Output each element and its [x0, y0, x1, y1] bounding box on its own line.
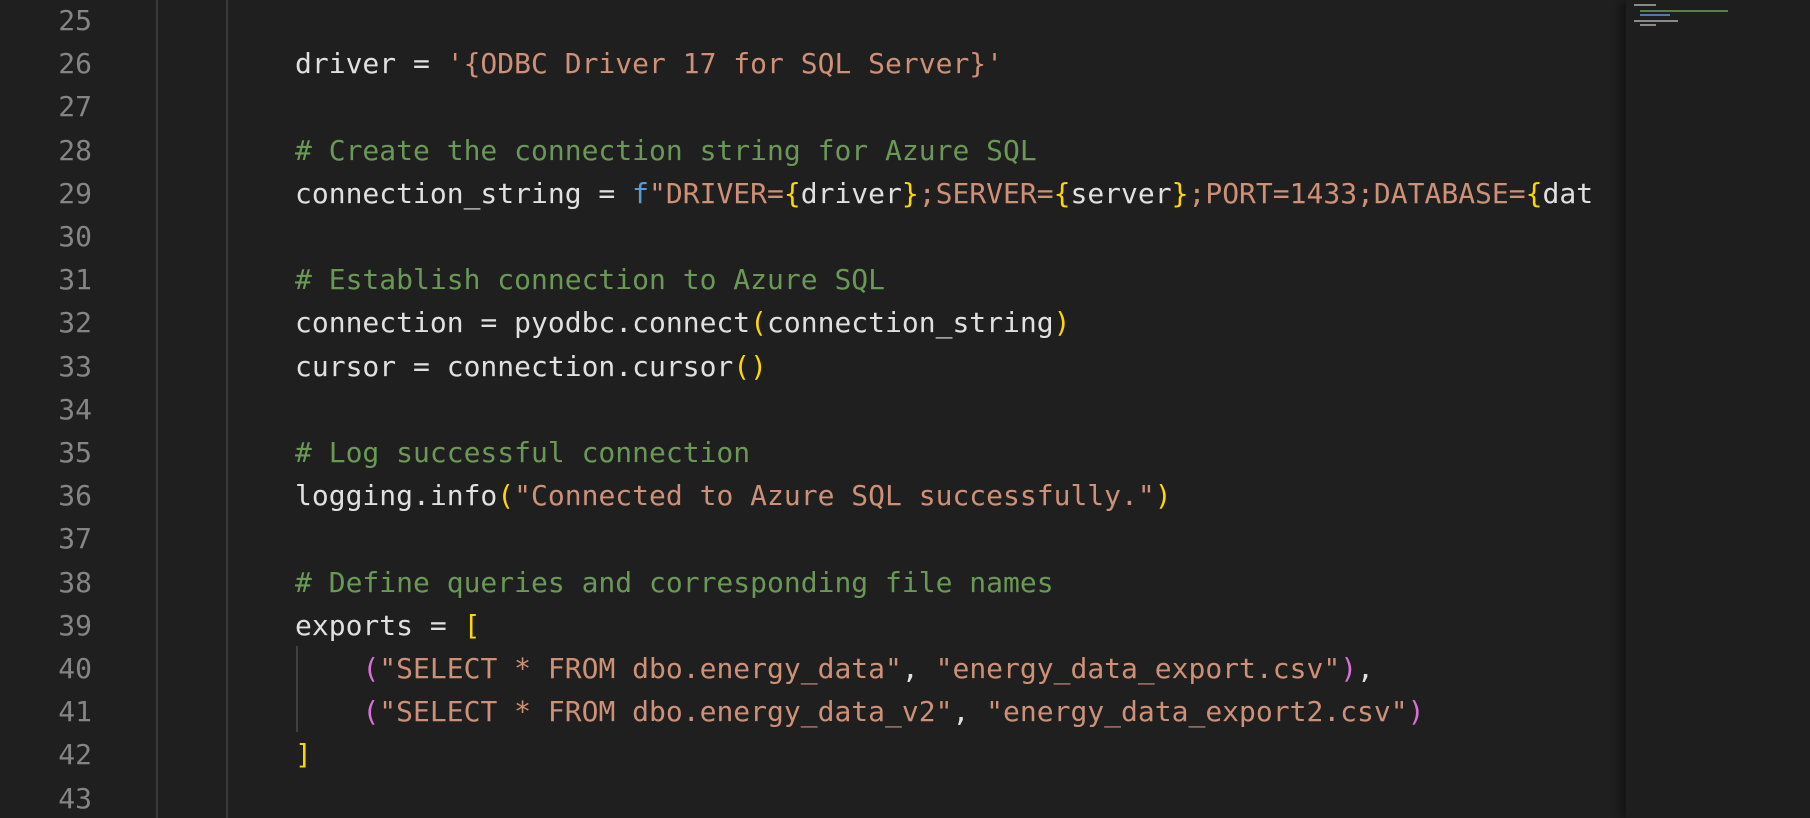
code-line[interactable]: connection_string = f"DRIVER={driver};SE…	[295, 172, 1593, 215]
line-number: 42	[58, 738, 92, 772]
line-number: 28	[58, 133, 92, 167]
line-number-gutter: 25 26 27 28 29 30 31 32 33 34 35 36 37 38 39 40 41 42 43	[0, 0, 120, 818]
code-token: # Define queries and corresponding file …	[295, 565, 1054, 599]
code-token: f	[632, 176, 650, 210]
minimap-line	[1634, 20, 1678, 22]
code-token: {	[1053, 176, 1071, 210]
code-token: exports =	[295, 608, 464, 642]
code-line[interactable]: ("SELECT * FROM dbo.energy_data", "energ…	[295, 647, 1374, 690]
code-token: driver	[800, 176, 902, 210]
code-line[interactable]: exports = [	[295, 604, 480, 647]
code-token: {	[783, 176, 801, 210]
code-token: (	[497, 479, 515, 513]
code-token: # Create the connection string for Azure…	[295, 133, 1037, 167]
code-token: [	[463, 608, 481, 642]
code-line[interactable]: ("SELECT * FROM dbo.energy_data_v2", "en…	[295, 690, 1424, 733]
line-number: 39	[58, 608, 92, 642]
minimap-line	[1640, 14, 1670, 16]
code-line[interactable]: # Create the connection string for Azure…	[295, 129, 1037, 172]
code-line[interactable]: logging.info("Connected to Azure SQL suc…	[295, 474, 1172, 517]
code-token: )	[1340, 652, 1358, 685]
line-number: 35	[58, 436, 92, 469]
code-token: }	[901, 176, 919, 210]
line-number: 32	[58, 306, 92, 340]
code-token: ;SERVER=	[918, 176, 1054, 210]
code-token: dat	[1542, 176, 1594, 210]
line-number: 25	[58, 4, 92, 37]
line-number: 26	[58, 47, 92, 81]
code-token: )	[1407, 695, 1425, 729]
code-token: # Log successful connection	[295, 436, 751, 469]
code-token: ()	[733, 349, 768, 383]
code-token: # Establish connection to Azure SQL	[295, 263, 886, 297]
code-token: (	[362, 695, 380, 729]
minimap-line	[1634, 4, 1656, 6]
code-token: "DRIVER=	[649, 176, 784, 210]
code-token: )	[1154, 479, 1172, 513]
code-token: ,	[952, 695, 987, 729]
minimap[interactable]	[1626, 0, 1810, 818]
code-token: "SELECT * FROM dbo.energy_data"	[379, 652, 902, 685]
code-token: connection = pyodbc.connect	[295, 306, 751, 340]
code-token: (	[362, 652, 380, 685]
code-token: '{ODBC Driver 17 for SQL Server}'	[446, 47, 1004, 81]
code-token: {	[1525, 176, 1543, 210]
line-number: 37	[58, 522, 92, 556]
code-token: )	[1053, 306, 1071, 340]
code-editor[interactable]: 25 26 27 28 29 30 31 32 33 34 35 36 37 38 39 40 41 42 43 d…	[0, 0, 1626, 818]
code-line[interactable]: # Define queries and corresponding file …	[295, 561, 1054, 604]
code-line[interactable]: ]	[295, 733, 312, 776]
line-number: 40	[58, 652, 92, 685]
code-token: ]	[295, 738, 312, 772]
minimap-line	[1640, 10, 1728, 12]
line-number: 36	[58, 479, 92, 513]
code-token: cursor = connection.cursor	[295, 349, 734, 383]
line-number: 41	[58, 695, 92, 729]
indent-guide-outer	[156, 0, 158, 818]
code-token: driver =	[295, 47, 447, 81]
line-number: 27	[58, 90, 92, 124]
code-token: logging.info	[295, 479, 498, 513]
line-number: 43	[58, 781, 92, 815]
code-line[interactable]: # Log successful connection	[295, 431, 750, 474]
line-number: 29	[58, 176, 92, 210]
code-line[interactable]: cursor = connection.cursor()	[295, 345, 767, 388]
line-number: 31	[58, 263, 92, 297]
code-line[interactable]: driver = '{ODBC Driver 17 for SQL Server…	[295, 42, 1003, 85]
code-token: "Connected to Azure SQL successfully."	[514, 479, 1155, 513]
code-token: ;PORT=1433;DATABASE=	[1188, 176, 1526, 210]
indent-guide-inner	[226, 0, 228, 818]
code-line[interactable]: connection = pyodbc.connect(connection_s…	[295, 301, 1070, 344]
line-number: 33	[58, 349, 92, 383]
code-token: }	[1171, 176, 1189, 210]
line-number: 38	[58, 565, 92, 599]
line-number: 30	[58, 220, 92, 253]
code-token: "energy_data_export.csv"	[935, 652, 1341, 685]
code-line[interactable]: # Establish connection to Azure SQL	[295, 258, 885, 301]
code-token: (	[750, 306, 768, 340]
code-token: connection_string =	[295, 176, 633, 210]
minimap-line	[1640, 24, 1656, 26]
code-token: "SELECT * FROM dbo.energy_data_v2"	[379, 695, 953, 729]
code-token: "energy_data_export2.csv"	[986, 695, 1408, 729]
line-number: 34	[58, 392, 92, 426]
code-token: ,	[1357, 652, 1374, 685]
code-token: connection_string	[767, 306, 1054, 340]
code-token: server	[1070, 176, 1172, 210]
code-token: ,	[901, 652, 936, 685]
